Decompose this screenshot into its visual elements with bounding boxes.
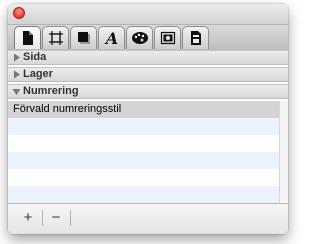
frame-icon — [48, 31, 63, 45]
list-item — [8, 186, 279, 203]
close-button[interactable] — [13, 7, 25, 19]
divider — [42, 210, 43, 226]
section-label: Lager — [23, 68, 53, 80]
tab-document[interactable] — [14, 26, 41, 49]
section-label: Sida — [23, 51, 47, 63]
section-header-sida[interactable]: Sida — [8, 50, 288, 65]
font-a-icon: A — [104, 30, 118, 46]
inspector-toolbar: A — [8, 25, 288, 50]
section-label: Numrering — [23, 85, 79, 97]
list-item — [8, 169, 279, 186]
document-icon — [22, 31, 33, 45]
svg-text:A: A — [104, 30, 118, 46]
list-item — [8, 152, 279, 169]
inspector-panel: A Sida Lager Numrering Förvald numrering… — [8, 4, 288, 234]
remove-button[interactable]: − — [46, 209, 66, 227]
vertical-scrollbar[interactable] — [279, 101, 288, 203]
numbering-style-list[interactable]: Förvald numreringsstil — [8, 101, 279, 203]
add-button[interactable]: + — [18, 209, 38, 227]
section-header-lager[interactable]: Lager — [8, 67, 288, 82]
shadow-box-icon — [77, 32, 90, 44]
list-item — [8, 118, 279, 135]
disclosure-triangle-down-icon[interactable] — [12, 87, 21, 96]
tab-frame[interactable] — [42, 26, 69, 49]
metrics-icon — [190, 31, 201, 45]
tab-colors[interactable] — [126, 26, 153, 49]
list-item — [8, 135, 279, 152]
disclosure-triangle-right-icon[interactable] — [12, 70, 21, 79]
section-header-numrering[interactable]: Numrering — [8, 84, 288, 99]
tab-shadow[interactable] — [70, 26, 97, 49]
bottom-toolbar: + − — [8, 203, 288, 234]
image-icon — [160, 31, 175, 45]
divider — [70, 210, 71, 226]
palette-icon — [131, 32, 148, 44]
tab-image[interactable] — [154, 26, 181, 49]
titlebar — [8, 4, 288, 25]
disclosure-triangle-right-icon[interactable] — [12, 53, 21, 62]
list-item[interactable]: Förvald numreringsstil — [8, 101, 279, 118]
tab-metrics[interactable] — [182, 26, 209, 49]
tab-text[interactable]: A — [98, 26, 125, 49]
